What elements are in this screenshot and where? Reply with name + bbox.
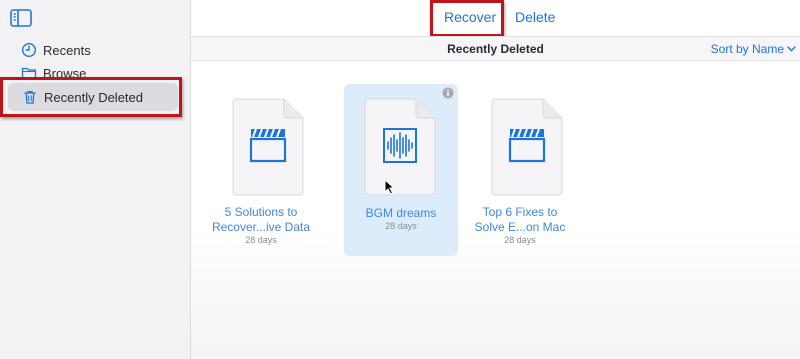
page-title: Recently Deleted <box>447 42 544 56</box>
file-name: 5 Solutions to Recover...ive Data <box>211 205 311 234</box>
sidebar-toggle-icon[interactable] <box>10 9 32 27</box>
sort-button[interactable]: Sort by Name <box>711 42 796 56</box>
document-icon <box>232 98 304 196</box>
sidebar-item-recents[interactable]: Recents <box>0 39 191 61</box>
info-icon[interactable] <box>442 87 454 99</box>
annotation-highlight-recover <box>430 0 504 37</box>
clock-icon <box>21 42 37 58</box>
annotation-highlight-recently-deleted <box>0 77 182 117</box>
file-age: 28 days <box>504 235 536 245</box>
sort-label: Sort by Name <box>710 42 784 56</box>
sidebar-item-label: Recents <box>43 42 91 58</box>
document-icon <box>491 98 563 196</box>
file-item-selected[interactable]: BGM dreams 28 days <box>344 84 458 256</box>
chevron-down-icon <box>787 46 796 52</box>
location-header: Recently Deleted Sort by Name <box>191 36 800 61</box>
file-item[interactable]: Top 6 Fixes to Solve E...on Mac 28 days <box>463 83 577 255</box>
delete-button[interactable]: Delete <box>515 9 555 25</box>
mouse-cursor-icon <box>384 179 396 195</box>
file-grid: 5 Solutions to Recover...ive Data 28 day… <box>191 61 800 359</box>
file-age: 28 days <box>385 221 417 231</box>
document-icon <box>364 98 436 196</box>
file-name: BGM dreams <box>365 206 437 220</box>
sidebar: Recents Browse Recently Deleted <box>0 0 191 359</box>
file-item[interactable]: 5 Solutions to Recover...ive Data 28 day… <box>204 83 318 255</box>
file-name: Top 6 Fixes to Solve E...on Mac <box>474 205 566 234</box>
file-age: 28 days <box>245 235 277 245</box>
